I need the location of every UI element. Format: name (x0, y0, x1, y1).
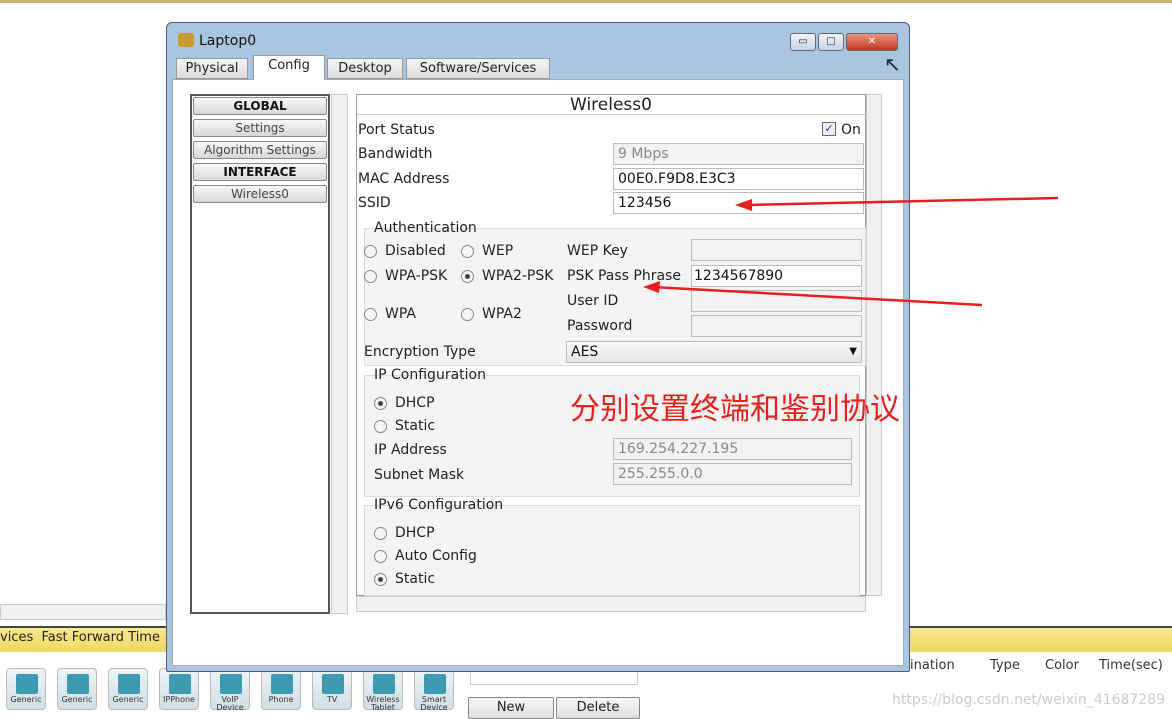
arrow-to-psk (651, 285, 983, 307)
annotation-arrows (643, 196, 1059, 307)
arrow-head-ssid (735, 199, 752, 211)
arrow-to-ssid (744, 196, 1059, 207)
mouse-cursor-icon: ↖ (884, 52, 901, 76)
arrow-head-psk (643, 281, 660, 293)
